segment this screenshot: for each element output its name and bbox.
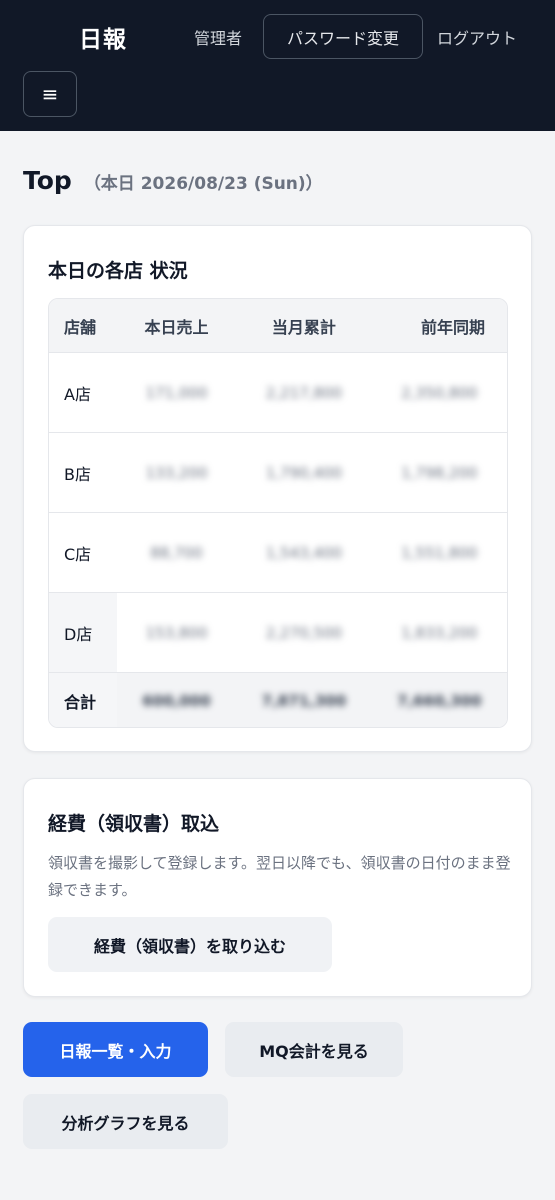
logout-link[interactable]: ログアウト	[437, 25, 517, 49]
expense-card: 経費（領収書）取込 領収書を撮影して登録します。翌日以降でも、領収書の日付のまま…	[23, 778, 532, 997]
today-sales: 171,000	[145, 383, 208, 402]
column-header: 当月累計	[271, 317, 336, 337]
last-year-same-period: 1,833,200	[401, 623, 478, 642]
user-name: 管理者	[194, 29, 243, 48]
analysis-graph-button[interactable]: 分析グラフを見る	[23, 1094, 228, 1149]
total-month: 7,871,300	[261, 692, 347, 710]
store-name: B店	[64, 464, 91, 484]
table-row: C店 88,700 1,543,400 1,551,800	[49, 513, 507, 593]
month-total: 2,217,800	[265, 383, 343, 402]
table-row: D店 153,800 2,270,500 1,833,200	[49, 593, 507, 673]
month-total: 1,790,400	[265, 463, 343, 482]
table-total-row: 合計 600,000 7,871,300 7,660,300	[49, 673, 507, 727]
expense-heading: 経費（領収書）取込	[48, 813, 220, 835]
hamburger-icon: ≡	[41, 82, 59, 106]
total-label: 合計	[49, 673, 117, 727]
page-title: Top （本日 2026/08/23 (Sun)）	[23, 166, 323, 195]
daily-report-button[interactable]: 日報一覧・入力	[23, 1022, 208, 1077]
month-total: 2,270,500	[265, 623, 343, 642]
store-name: A店	[64, 384, 91, 404]
menu-button[interactable]: ≡	[23, 71, 77, 117]
last-year-same-period: 2,350,800	[401, 383, 478, 402]
table-header-row: 店舗 本日売上 当月累計 前年同期	[49, 299, 507, 353]
store-status-heading: 本日の各店 状況	[48, 260, 188, 282]
store-name: C店	[64, 544, 92, 564]
today-sales: 133,200	[145, 463, 208, 482]
password-change-button[interactable]: パスワード変更	[263, 14, 423, 59]
store-status-table: 店舗 本日売上 当月累計 前年同期 A店 171,000 2,217,800 2…	[48, 298, 508, 728]
column-header: 前年同期	[421, 317, 486, 337]
expense-description: 領収書を撮影して登録します。翌日以降でも、領収書の日付のまま登録できます。	[48, 854, 511, 899]
app-header: 日報 管理者 パスワード変更 ログアウト ≡	[0, 0, 555, 131]
total-last-year: 7,660,300	[397, 692, 482, 710]
today-sales: 153,800	[145, 623, 208, 642]
total-today-sales: 600,000	[142, 692, 211, 710]
last-year-same-period: 1,798,200	[401, 463, 478, 482]
page-date: （本日 2026/08/23 (Sun)）	[83, 174, 323, 194]
last-year-same-period: 1,551,800	[401, 543, 478, 562]
page-title-text: Top	[23, 166, 72, 195]
mq-accounting-button[interactable]: MQ会計を見る	[225, 1022, 403, 1077]
table-row: A店 171,000 2,217,800 2,350,800	[49, 353, 507, 433]
column-header: 店舗	[64, 317, 97, 337]
column-header: 本日売上	[144, 317, 209, 337]
month-total: 1,543,400	[265, 543, 343, 562]
today-sales: 88,700	[150, 543, 203, 562]
import-receipt-button[interactable]: 経費（領収書）を取り込む	[48, 917, 332, 972]
store-status-card: 本日の各店 状況 店舗 本日売上 当月累計 前年同期 A店 171,000 2,…	[23, 225, 532, 752]
table-row: B店 133,200 1,790,400 1,798,200	[49, 433, 507, 513]
store-name: D店	[49, 593, 117, 672]
brand-title[interactable]: 日報	[79, 20, 127, 54]
